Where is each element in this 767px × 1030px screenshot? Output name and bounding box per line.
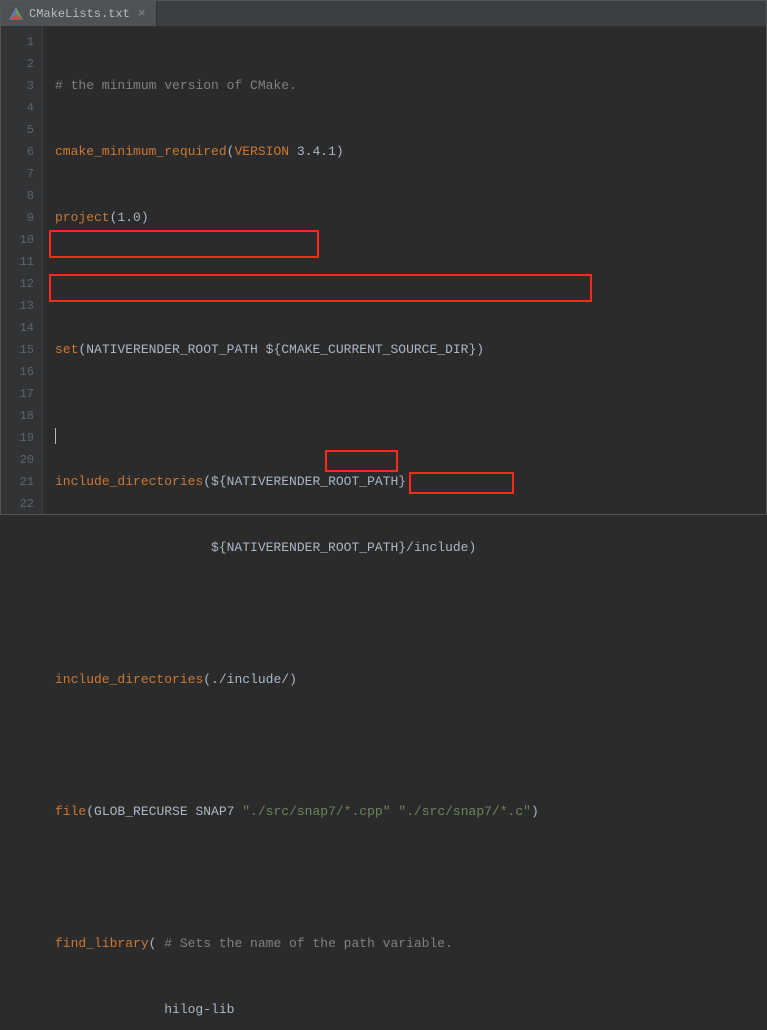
- line-num: 10: [5, 229, 34, 251]
- line-num: 12: [5, 273, 34, 295]
- line-num: 6: [5, 141, 34, 163]
- fn: include_directories: [55, 474, 203, 489]
- line-num: 22: [5, 493, 34, 515]
- line-num: 4: [5, 97, 34, 119]
- text-cursor: [55, 428, 56, 444]
- line-num: 5: [5, 119, 34, 141]
- line-num: 19: [5, 427, 34, 449]
- line-num: 16: [5, 361, 34, 383]
- fn: find_library: [55, 936, 149, 951]
- line-num: 1: [5, 31, 34, 53]
- line-num: 9: [5, 207, 34, 229]
- line-num: 18: [5, 405, 34, 427]
- highlight-box: [49, 230, 319, 258]
- line-num: 13: [5, 295, 34, 317]
- arg: ${NATIVERENDER_ROOT_PATH}/include: [55, 540, 468, 555]
- fn: cmake_minimum_required: [55, 144, 227, 159]
- fn: set: [55, 342, 78, 357]
- line-gutter: 1 2 3 4 5 6 7 8 9 10 11 12 13 14 15 16 1…: [1, 27, 43, 514]
- arg: NATIVERENDER_ROOT_PATH ${CMAKE_CURRENT_S…: [86, 342, 476, 357]
- string: "./src/snap7/*.c": [398, 804, 531, 819]
- line-num: 14: [5, 317, 34, 339]
- arg: ./include/: [211, 672, 289, 687]
- line-num: 15: [5, 339, 34, 361]
- editor: 1 2 3 4 5 6 7 8 9 10 11 12 13 14 15 16 1…: [1, 27, 766, 514]
- file-tab[interactable]: CMakeLists.txt ×: [1, 1, 157, 26]
- close-icon[interactable]: ×: [136, 6, 148, 21]
- line-num: 8: [5, 185, 34, 207]
- line-num: 7: [5, 163, 34, 185]
- line-num: 17: [5, 383, 34, 405]
- comment: # the minimum version of CMake.: [55, 78, 297, 93]
- arg: 1.0: [117, 210, 140, 225]
- line-num: 20: [5, 449, 34, 471]
- fn: file: [55, 804, 86, 819]
- highlight-box: [325, 450, 398, 472]
- arg: ${NATIVERENDER_ROOT_PATH}: [211, 474, 406, 489]
- tab-bar: CMakeLists.txt ×: [1, 1, 766, 27]
- line-num: 21: [5, 471, 34, 493]
- arg: 3.4.1: [289, 144, 336, 159]
- fn: include_directories: [55, 672, 203, 687]
- arg: GLOB_RECURSE SNAP7: [94, 804, 242, 819]
- line-num: 2: [5, 53, 34, 75]
- cmake-icon: [9, 7, 23, 21]
- line-num: 3: [5, 75, 34, 97]
- arg: hilog-lib: [55, 1002, 234, 1017]
- code-area[interactable]: # the minimum version of CMake. cmake_mi…: [43, 27, 766, 514]
- comment: # Sets the name of the path variable.: [156, 936, 452, 951]
- keyword: VERSION: [234, 144, 289, 159]
- string: "./src/snap7/*.cpp": [242, 804, 390, 819]
- line-num: 11: [5, 251, 34, 273]
- fn: project: [55, 210, 110, 225]
- tab-filename: CMakeLists.txt: [29, 7, 130, 21]
